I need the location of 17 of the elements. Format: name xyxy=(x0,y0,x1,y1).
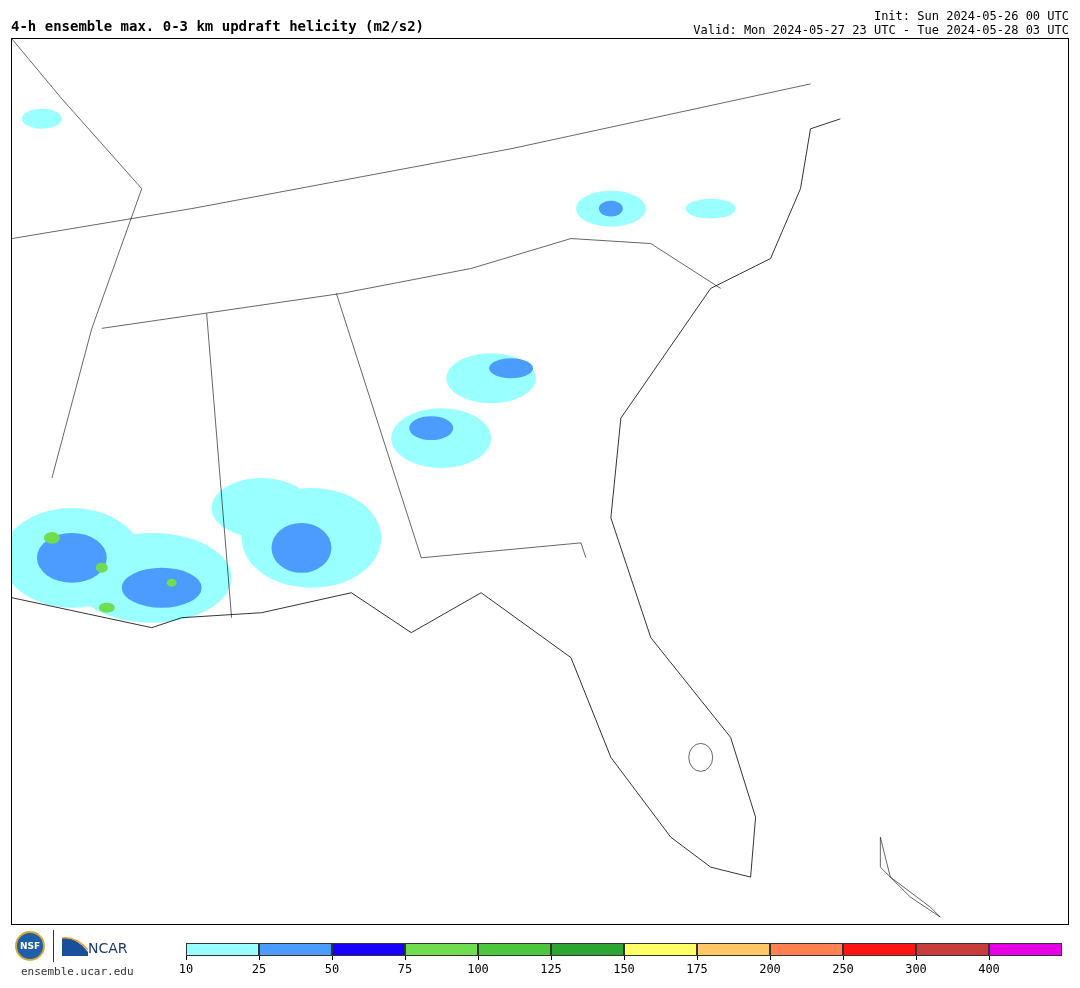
chart-title: 4-h ensemble max. 0-3 km updraft helicity (m2/s2) xyxy=(11,18,424,36)
ncar-logo: NCAR xyxy=(62,936,128,956)
legend-label: 25 xyxy=(251,962,267,976)
legend-label: 150 xyxy=(613,962,635,976)
legend-label: 125 xyxy=(540,962,562,976)
init-time: Init: Sun 2024-05-26 00 UTC xyxy=(872,9,1069,23)
legend-label: 300 xyxy=(905,962,927,976)
valid-time: Valid: Mon 2024-05-27 23 UTC - Tue 2024-05-28 03 UTC xyxy=(693,23,1069,37)
legend-label: 10 xyxy=(178,962,194,976)
legend-label: 175 xyxy=(686,962,708,976)
legend-label: 100 xyxy=(467,962,489,976)
legend-label: 50 xyxy=(324,962,340,976)
legend-label: 250 xyxy=(832,962,854,976)
nsf-logo: NSF xyxy=(15,931,45,961)
legend-label: 200 xyxy=(759,962,781,976)
legend-label: 400 xyxy=(978,962,1000,976)
legend-label: 75 xyxy=(397,962,413,976)
